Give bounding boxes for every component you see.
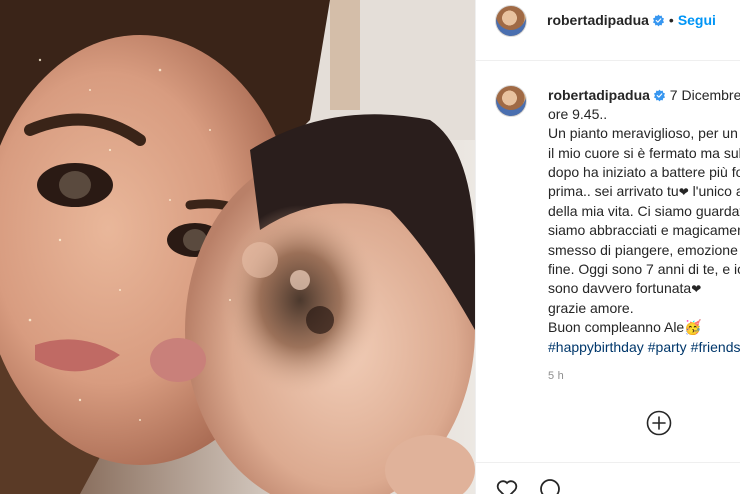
caption-line: prima.. sei arrivato tu — [548, 183, 679, 200]
post-image — [0, 0, 475, 494]
header-user: robertadipadua • Segui — [547, 12, 716, 30]
hashtags: #happybirthday #party #friends — [548, 338, 740, 357]
caption-line: 7 Dicembre 2013 — [669, 87, 740, 103]
hashtag-link[interactable]: #friends — [691, 339, 740, 355]
post-photo[interactable] — [0, 0, 475, 494]
verified-badge-icon — [652, 14, 664, 27]
post-header: robertadipadua • Segui — [476, 0, 740, 61]
caption-line: Un pianto meraviglioso, per un attimo — [548, 125, 740, 142]
party-face-icon: 🥳 — [684, 319, 702, 336]
caption-line: dopo ha iniziato a battere più forte di — [548, 163, 740, 180]
caption-username[interactable]: robertadipadua — [548, 87, 650, 103]
comment-icon[interactable] — [538, 477, 562, 494]
caption-line: Buon compleanno Ale — [548, 319, 685, 336]
follow-button[interactable]: Segui — [678, 12, 716, 28]
caption-line: smesso di piangere, emozione senza — [548, 241, 740, 258]
heart-icon: ❤ — [691, 282, 702, 297]
caption-line: sono davvero fortunata — [548, 280, 692, 297]
post-caption: robertadipadua 7 Dicembre 2013 ore 9.45.… — [548, 86, 740, 357]
caption-line: grazie amore. — [548, 300, 634, 317]
action-bar — [476, 462, 740, 494]
plus-circle-icon[interactable] — [646, 410, 672, 436]
caption-line: fine. Oggi sono 7 anni di te, e io — [548, 260, 740, 277]
hashtag-link[interactable]: #party — [648, 339, 687, 355]
avatar[interactable] — [495, 5, 527, 37]
caption-line: siamo abbracciati e magicamente hai — [548, 222, 740, 239]
heart-icon: ❤ — [678, 185, 689, 200]
caption-line: ore 9.45.. — [548, 106, 608, 123]
heart-icon[interactable] — [495, 477, 519, 494]
caption-line: della mia vita. Ci siamo guardati, ci — [548, 203, 740, 220]
caption-line: il mio cuore si è fermato ma subito — [548, 144, 740, 161]
post-age[interactable]: 5 h — [548, 370, 564, 382]
header-separator: • — [668, 12, 674, 28]
caption-line: l'unico amore — [692, 183, 740, 200]
post-sidebar: robertadipadua • Segui robertadipadua 7 Di… — [475, 0, 740, 494]
header-username[interactable]: robertadipadua — [547, 12, 649, 28]
hashtag-link[interactable]: #happybirthday — [548, 339, 644, 355]
caption-avatar[interactable] — [495, 85, 527, 117]
verified-badge-icon — [653, 89, 665, 102]
